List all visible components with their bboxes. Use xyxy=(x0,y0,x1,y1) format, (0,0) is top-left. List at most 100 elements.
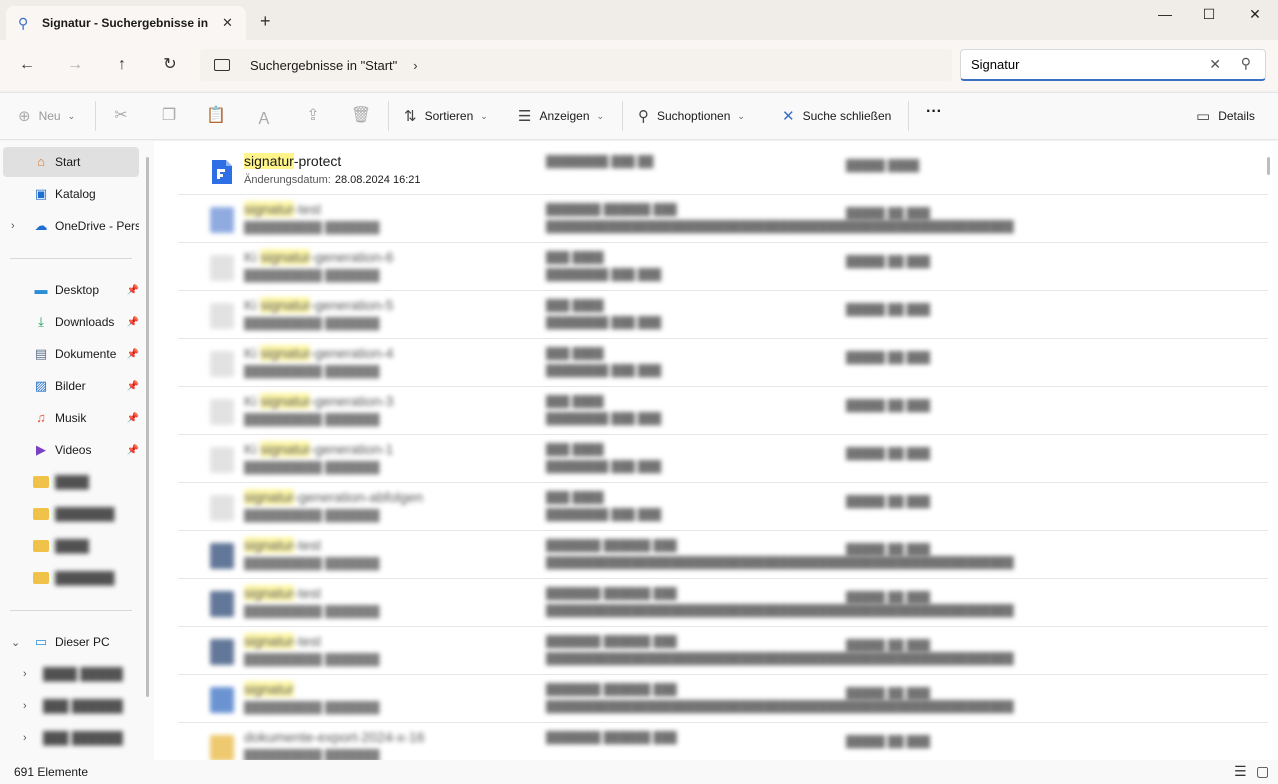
pin-icon[interactable]: 📌 xyxy=(127,445,139,456)
search-input[interactable] xyxy=(971,57,1191,72)
minimize-button[interactable]: — xyxy=(1142,4,1188,24)
details-label: Details xyxy=(1218,109,1255,123)
search-icon[interactable]: ⚲ xyxy=(1241,55,1251,72)
list-item[interactable]: signatur-test ██████████ ███████ ███████ █… xyxy=(178,579,1268,627)
search-options-button[interactable]: ⚲ Suchoptionen ⌄ xyxy=(638,107,745,125)
close-icon: ✕ xyxy=(782,108,795,125)
chevron-right-icon[interactable]: › xyxy=(23,668,27,680)
share-icon[interactable]: ⇪ xyxy=(301,105,325,125)
sidebar-item-videos[interactable]: ▶ Videos 📌 xyxy=(3,435,139,465)
sort-button[interactable]: ⇅ Sortieren ⌄ xyxy=(404,107,488,125)
chevron-down-icon[interactable]: ⌄ xyxy=(11,636,20,649)
pin-icon[interactable]: 📌 xyxy=(127,317,139,328)
breadcrumb[interactable]: Suchergebnisse in "Start" xyxy=(250,58,397,73)
more-options-button[interactable]: ··· xyxy=(926,103,942,121)
sidebar-item-drive[interactable]: › ███ ██████ xyxy=(3,691,139,721)
maximize-button[interactable]: ☐ xyxy=(1186,4,1232,24)
back-button[interactable]: ← xyxy=(15,53,39,77)
list-item[interactable]: signatur-generation-abfolgen ██████████ █… xyxy=(178,483,1268,531)
file-name-rest: -protect xyxy=(293,153,342,169)
list-item[interactable]: signatur-test ██████████ ███████ ███████ █… xyxy=(178,531,1268,579)
chevron-right-icon[interactable]: › xyxy=(11,220,15,232)
sidebar-item-katalog[interactable]: ▣ Katalog xyxy=(3,179,139,209)
list-item[interactable]: Ki signatur-generation-5 ██████████ █████… xyxy=(178,291,1268,339)
file-type: ███ ████ xyxy=(546,348,604,360)
sidebar-item-musik[interactable]: ♫ Musik 📌 xyxy=(3,403,139,433)
file-type: ███████ ██████ ███ xyxy=(546,540,677,552)
sidebar-item-drive[interactable]: › ████ █████ xyxy=(3,659,139,689)
pin-icon[interactable]: 📌 xyxy=(127,381,139,392)
list-item[interactable]: Ki signatur-generation-4 ██████████ █████… xyxy=(178,339,1268,387)
tab-title: Signatur - Suchergebnisse in " xyxy=(42,16,212,30)
sidebar-item-desktop[interactable]: ▬ Desktop 📌 xyxy=(3,275,140,305)
sidebar-item-folder[interactable]: ████ xyxy=(3,531,139,561)
sidebar-item-bilder[interactable]: ▨ Bilder 📌 xyxy=(3,371,139,401)
sidebar-item-downloads[interactable]: ⤓ Downloads 📌 xyxy=(3,307,139,337)
new-tab-button[interactable]: + xyxy=(260,11,271,32)
document-icon: ▤ xyxy=(34,346,48,361)
close-search-button[interactable]: ✕ Suche schließen xyxy=(782,107,891,125)
file-name-prefix: Ki xyxy=(244,297,261,313)
list-scrollbar[interactable] xyxy=(1267,157,1270,175)
close-window-button[interactable]: ✕ xyxy=(1232,4,1278,24)
file-name: Ki signatur-generation-4 xyxy=(244,345,393,361)
list-item[interactable]: signatur-test ██████████ ███████ ███████ █… xyxy=(178,627,1268,675)
details-view-icon[interactable]: ☰ xyxy=(1234,763,1247,780)
file-name-rest: dokumente-export-2024-x-16 xyxy=(244,729,425,745)
new-button[interactable]: ⊕ Neu ⌄ xyxy=(18,107,75,125)
pin-icon[interactable]: 📌 xyxy=(127,285,139,296)
pin-icon[interactable]: 📌 xyxy=(127,413,139,424)
sidebar-item-folder[interactable]: ███████ xyxy=(3,563,139,593)
forward-button[interactable]: → xyxy=(63,53,87,77)
list-item[interactable]: signatur ██████████ ███████ ███████ ██████… xyxy=(178,675,1268,723)
file-name: signatur-test xyxy=(244,201,321,217)
sidebar-item-dokumente[interactable]: ▤ Dokumente 📌 xyxy=(3,339,139,369)
cut-icon[interactable]: ✂ xyxy=(109,105,133,125)
rename-icon[interactable]: Ａ xyxy=(252,105,276,129)
close-search-label: Suche schließen xyxy=(802,109,892,123)
details-button[interactable]: ▭ Details xyxy=(1196,107,1255,125)
list-item[interactable]: Ki signatur-generation-3 ██████████ █████… xyxy=(178,387,1268,435)
pin-icon[interactable]: 📌 xyxy=(127,349,139,360)
sidebar-item-folder[interactable]: ███████ xyxy=(3,499,139,529)
tab-search-results[interactable]: ⚲ Signatur - Suchergebnisse in " ✕ xyxy=(6,6,246,40)
search-highlight: signatur xyxy=(244,201,294,217)
search-highlight: signatur xyxy=(244,153,294,169)
delete-icon[interactable]: 🗑 xyxy=(349,105,373,125)
search-results-list: signatur-protect Änderungsdatum: 28.08.20… xyxy=(154,141,1278,760)
address-bar[interactable]: Suchergebnisse in "Start" › xyxy=(200,49,952,81)
copy-icon[interactable]: ❐ xyxy=(157,105,181,125)
sidebar-item-dieser-pc[interactable]: ⌄ ▭ Dieser PC xyxy=(3,627,139,657)
file-meta: ██████████ ███████ xyxy=(244,366,380,378)
clear-search-icon[interactable]: ✕ xyxy=(1209,56,1221,73)
view-button[interactable]: ☰ Anzeigen ⌄ xyxy=(518,107,604,125)
file-size: █████ ██ ███ xyxy=(846,544,931,556)
file-icon xyxy=(210,495,234,521)
file-type: ███ ████ xyxy=(546,252,604,264)
sidebar-scrollbar[interactable] xyxy=(146,157,149,697)
sidebar-label: Dieser PC xyxy=(55,635,110,649)
list-item[interactable]: Ki signatur-generation-1 ██████████ █████… xyxy=(178,435,1268,483)
sidebar-item-start[interactable]: ⌂ Start xyxy=(3,147,139,177)
sidebar-item-onedrive[interactable]: › ☁ OneDrive - Pers xyxy=(3,211,139,241)
tab-close-icon[interactable]: ✕ xyxy=(222,15,233,31)
sidebar-label: Start xyxy=(55,155,81,169)
refresh-button[interactable]: ↻ xyxy=(158,53,182,77)
file-name-rest: -test xyxy=(293,585,322,601)
chevron-right-icon[interactable]: › xyxy=(23,700,27,712)
list-item[interactable]: signatur-protect Änderungsdatum: 28.08.20… xyxy=(178,147,1268,195)
tiles-view-icon[interactable]: ▢ xyxy=(1256,763,1269,780)
search-box[interactable]: ✕ ⚲ xyxy=(960,49,1266,81)
paste-icon[interactable]: 📋 xyxy=(204,105,228,125)
chevron-right-icon[interactable]: › xyxy=(413,58,417,73)
list-item[interactable]: signatur-test ██████████ ███████ ███████ █… xyxy=(178,195,1268,243)
sidebar-item-folder[interactable]: ████ xyxy=(3,467,139,497)
file-name: signatur xyxy=(244,681,294,697)
up-button[interactable]: ↑ xyxy=(110,53,134,77)
music-icon: ♫ xyxy=(36,410,46,425)
list-item[interactable]: Ki signatur-generation-6 ██████████ █████… xyxy=(178,243,1268,291)
sidebar-item-drive[interactable]: › ███ ██████ xyxy=(3,723,139,753)
file-path: ████████████████████████████████████████… xyxy=(546,605,1014,617)
list-item[interactable]: dokumente-export-2024-x-16 ██████████ ███… xyxy=(178,723,1268,760)
chevron-right-icon[interactable]: › xyxy=(23,732,27,744)
